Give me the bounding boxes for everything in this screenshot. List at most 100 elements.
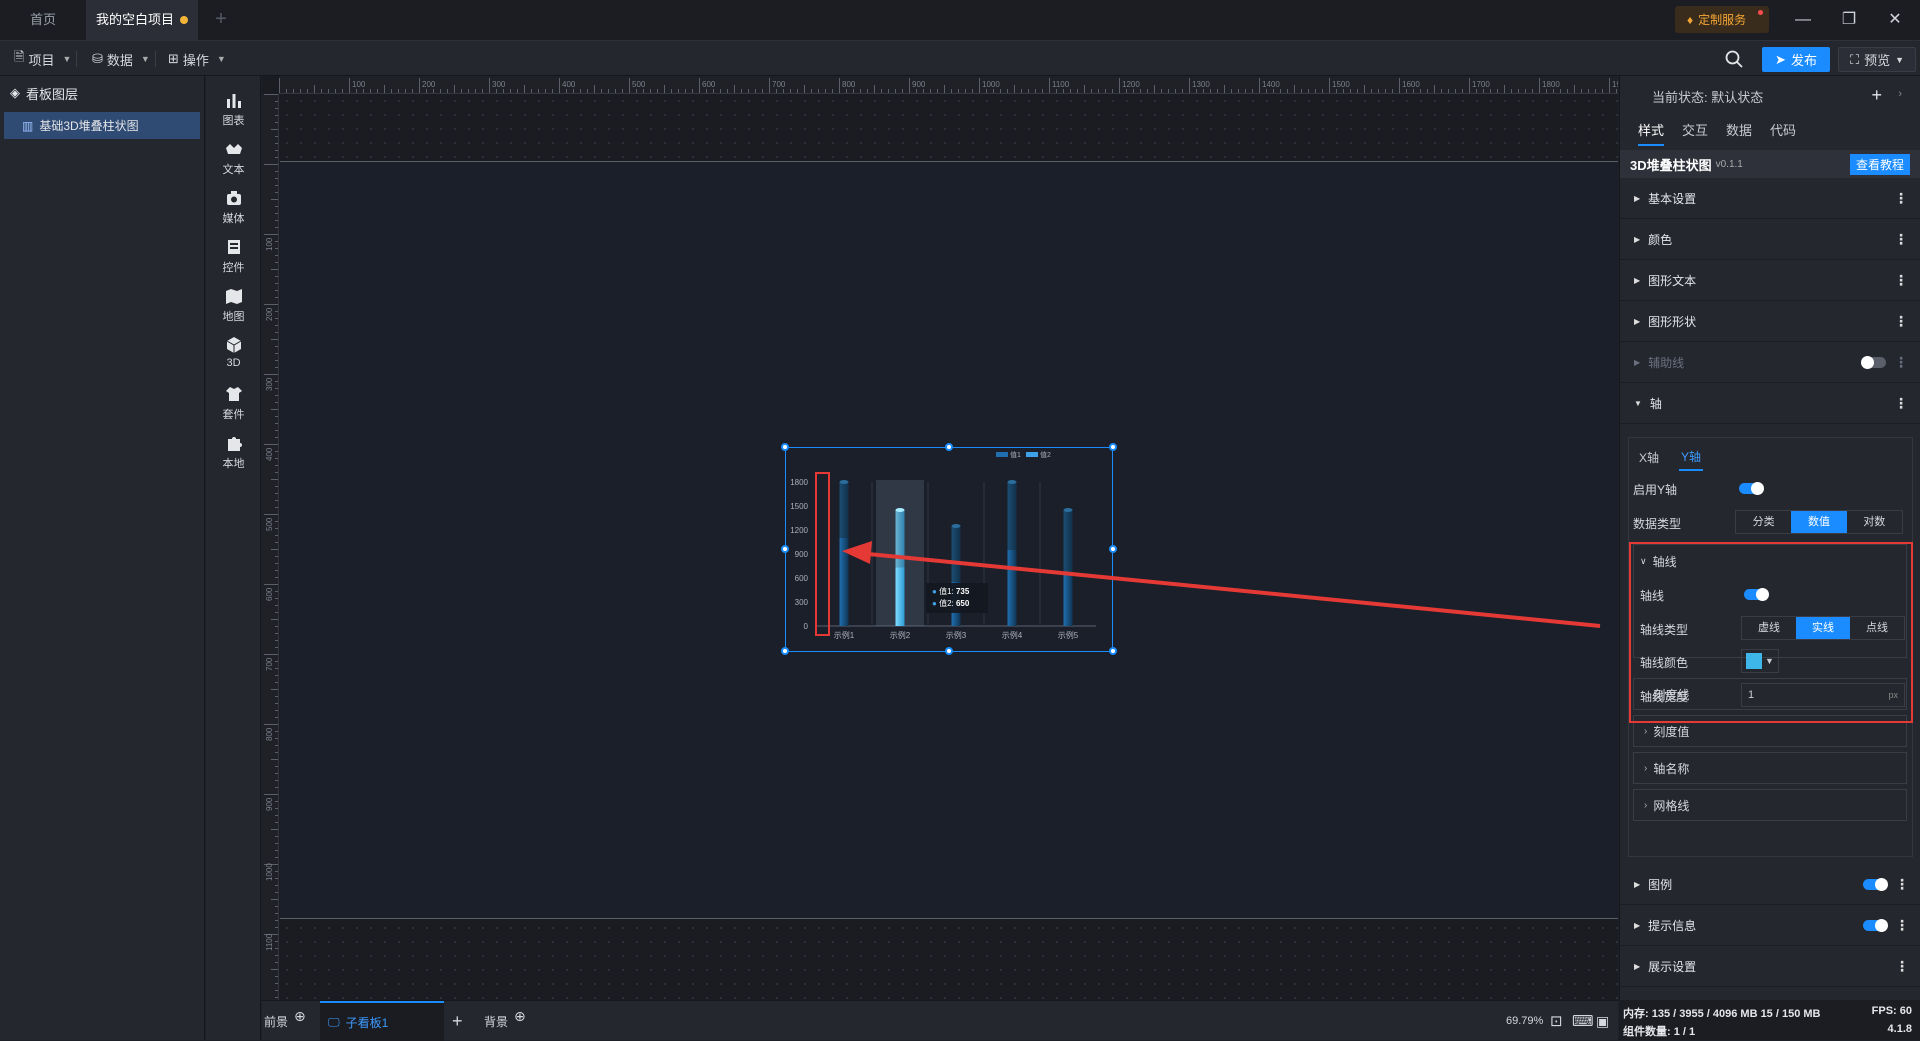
view-tutorial-button[interactable]: 查看教程 bbox=[1849, 154, 1910, 175]
section-graphic-text[interactable]: ▶ 图形文本 ⋮ bbox=[1620, 260, 1920, 301]
bar-series-1 bbox=[839, 538, 849, 626]
add-circle-icon[interactable]: ⊕ bbox=[514, 1008, 526, 1025]
more-icon[interactable]: ⋮ bbox=[1894, 354, 1908, 371]
data-type-log[interactable]: 对数 bbox=[1847, 511, 1902, 533]
grid-icon: ⊞ bbox=[168, 51, 179, 66]
section-display[interactable]: ▶ 展示设置 ⋮ bbox=[1620, 946, 1920, 987]
enable-y-toggle[interactable] bbox=[1739, 482, 1764, 495]
component-local[interactable]: 本地 bbox=[206, 429, 261, 479]
more-icon[interactable]: ⋮ bbox=[1894, 313, 1908, 330]
ruler-top-label: 1500 bbox=[1332, 80, 1350, 89]
add-subboard-icon[interactable]: + bbox=[452, 1001, 463, 1041]
resize-handle[interactable] bbox=[781, 443, 789, 451]
component-3d[interactable]: 3D bbox=[206, 331, 261, 381]
zoom-level[interactable]: 69.79% bbox=[1506, 1001, 1543, 1041]
menu-project-label: 项目 bbox=[28, 52, 55, 68]
more-icon[interactable]: ⋮ bbox=[1895, 876, 1909, 893]
resize-handle[interactable] bbox=[781, 545, 789, 553]
section-legend[interactable]: ▶ 图例 ⋮ bbox=[1620, 864, 1920, 905]
legend-toggle[interactable] bbox=[1863, 878, 1888, 891]
component-kit[interactable]: 套件 bbox=[206, 380, 261, 430]
ruler-top-label: 1700 bbox=[1472, 80, 1490, 89]
caret-right-icon: ▶ bbox=[1634, 357, 1641, 367]
component-chart[interactable]: 图表 bbox=[206, 86, 261, 136]
component-media[interactable]: 媒体 bbox=[206, 184, 261, 234]
add-state-icon[interactable]: + bbox=[1871, 85, 1882, 106]
more-icon[interactable]: ⋮ bbox=[1894, 272, 1908, 289]
section-basic[interactable]: ▶ 基本设置 ⋮ bbox=[1620, 178, 1920, 219]
bar-series-2 bbox=[1063, 510, 1073, 574]
caret-right-icon: ▶ bbox=[1634, 920, 1641, 930]
publish-button[interactable]: ➤ 发布 bbox=[1762, 47, 1830, 72]
tab-data[interactable]: 数据 bbox=[1726, 116, 1752, 146]
tab-style[interactable]: 样式 bbox=[1638, 116, 1665, 146]
preview-button[interactable]: ⛶ 预览 ▼ bbox=[1838, 47, 1916, 72]
tab-project-label: 我的空白项目 bbox=[96, 12, 175, 27]
tab-y-axis[interactable]: Y轴 bbox=[1679, 444, 1704, 471]
custom-service-label: 定制服务 bbox=[1698, 13, 1747, 27]
tab-code[interactable]: 代码 bbox=[1770, 116, 1796, 146]
chevron-right-icon[interactable]: › bbox=[1898, 88, 1902, 100]
caret-down-icon: ▼ bbox=[1634, 398, 1642, 408]
tab-home[interactable]: 首页 bbox=[0, 0, 86, 40]
fps-status: FPS: 60 bbox=[1871, 1005, 1912, 1017]
tab-interaction[interactable]: 交互 bbox=[1682, 116, 1708, 146]
sub-grid-line[interactable]: › 网格线 bbox=[1633, 789, 1907, 821]
resize-handle[interactable] bbox=[1109, 545, 1117, 553]
section-guide-line[interactable]: ▶ 辅助线 ⋮ bbox=[1620, 342, 1920, 383]
close-icon[interactable]: ✕ bbox=[1872, 0, 1918, 40]
tab-project[interactable]: 我的空白项目 bbox=[86, 0, 198, 40]
data-type-value[interactable]: 数值 bbox=[1791, 511, 1847, 533]
section-graphic-shape[interactable]: ▶ 图形形状 ⋮ bbox=[1620, 301, 1920, 342]
y-tick-label: 1800 bbox=[790, 478, 808, 487]
resize-handle[interactable] bbox=[945, 647, 953, 655]
subboard-tab[interactable]: 🖵 子看板1 bbox=[320, 1001, 444, 1041]
ruler-top-label: 300 bbox=[492, 80, 506, 89]
minimize-icon[interactable]: — bbox=[1780, 0, 1826, 40]
more-icon[interactable]: ⋮ bbox=[1894, 190, 1908, 207]
component-map[interactable]: 地图 bbox=[206, 282, 261, 332]
terminal-icon[interactable]: ▣ bbox=[1596, 1001, 1609, 1041]
database-icon: ⛁ bbox=[92, 51, 103, 66]
more-icon[interactable]: ⋮ bbox=[1895, 958, 1909, 975]
component-control[interactable]: 控件 bbox=[206, 233, 261, 283]
resize-handle[interactable] bbox=[1109, 647, 1117, 655]
tooltip-toggle[interactable] bbox=[1863, 919, 1888, 932]
search-icon[interactable] bbox=[1724, 49, 1744, 69]
bar-series-2 bbox=[839, 482, 849, 538]
resize-handle[interactable] bbox=[1109, 443, 1117, 451]
chart-widget[interactable]: 1800 1500 1200 900 600 300 0 示例1 示例2 示例3 示例4 示例5 值1 值… bbox=[785, 447, 1113, 652]
menu-operate[interactable]: ⊞ 操作 ▼ bbox=[168, 41, 226, 77]
resize-handle[interactable] bbox=[781, 647, 789, 655]
section-color[interactable]: ▶ 颜色 ⋮ bbox=[1620, 219, 1920, 260]
restore-icon[interactable]: ❐ bbox=[1826, 0, 1872, 40]
more-icon[interactable]: ⋮ bbox=[1895, 917, 1909, 934]
add-tab-button[interactable]: + bbox=[210, 8, 232, 30]
section-tooltip[interactable]: ▶ 提示信息 ⋮ bbox=[1620, 905, 1920, 946]
section-axis[interactable]: ▼ 轴 ⋮ bbox=[1620, 383, 1920, 424]
fit-screen-icon[interactable]: ⊡ bbox=[1550, 1001, 1563, 1041]
keyboard-icon[interactable]: ⌨ bbox=[1572, 1001, 1594, 1041]
unsaved-dot bbox=[180, 16, 188, 24]
sub-axis-name[interactable]: › 轴名称 bbox=[1633, 752, 1907, 784]
guide-line-toggle[interactable] bbox=[1861, 356, 1886, 369]
ruler-top-label: 1800 bbox=[1542, 80, 1560, 89]
menu-project[interactable]: 🗎 项目 ▼ bbox=[14, 41, 78, 77]
ruler-left-label: 600 bbox=[265, 587, 274, 601]
more-icon[interactable]: ⋮ bbox=[1894, 231, 1908, 248]
more-icon[interactable]: ⋮ bbox=[1894, 395, 1908, 412]
foreground-tab[interactable]: 前景 ⊕ bbox=[264, 1001, 318, 1041]
resize-handle[interactable] bbox=[945, 443, 953, 451]
background-tab[interactable]: 背景 ⊕ bbox=[484, 1001, 526, 1041]
data-type-category[interactable]: 分类 bbox=[1736, 511, 1791, 533]
add-circle-icon[interactable]: ⊕ bbox=[294, 1008, 306, 1025]
tab-x-axis[interactable]: X轴 bbox=[1637, 445, 1661, 470]
custom-service-button[interactable]: ♦ 定制服务 bbox=[1675, 6, 1769, 33]
layer-item[interactable]: ▥ 基础3D堆叠柱状图 bbox=[4, 112, 200, 139]
component-text[interactable]: 文本 bbox=[206, 135, 261, 185]
puzzle-icon bbox=[227, 437, 242, 451]
x-tick-label: 示例3 bbox=[946, 630, 967, 640]
caret-right-icon: ▶ bbox=[1634, 193, 1641, 203]
ruler-top-label: 200 bbox=[422, 80, 436, 89]
menu-data[interactable]: ⛁ 数据 ▼ bbox=[92, 41, 156, 77]
